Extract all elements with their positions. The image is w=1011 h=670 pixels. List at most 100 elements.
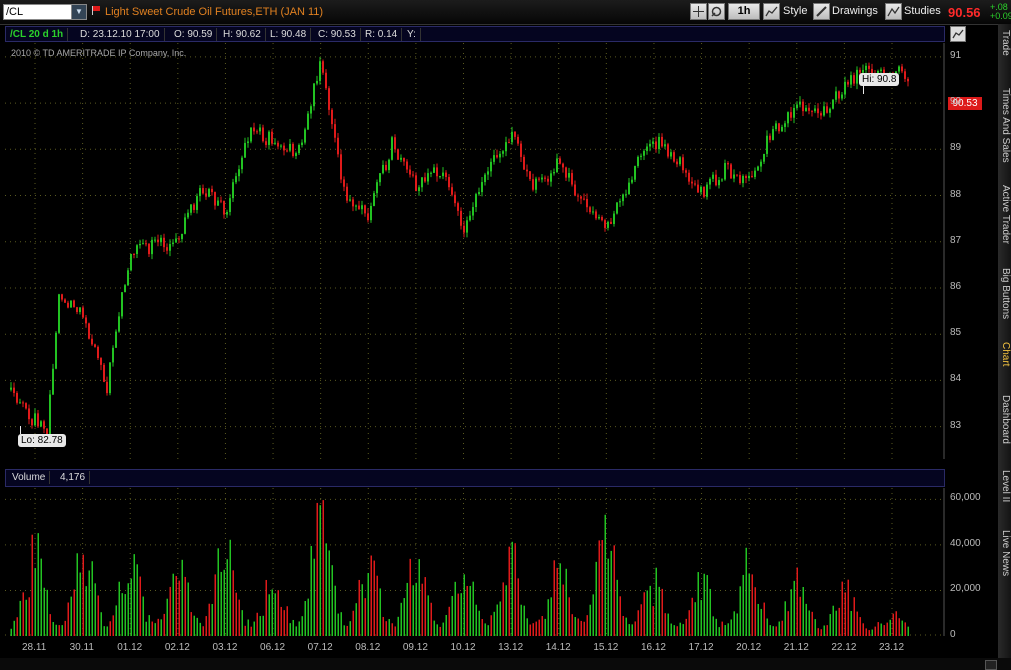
studies-button[interactable]: [885, 3, 902, 20]
sidebar-tab-big-buttons[interactable]: Big Buttons: [998, 268, 1011, 333]
candle-body: [235, 176, 237, 183]
style-label[interactable]: Style: [783, 5, 807, 17]
sidebar-tab-trade[interactable]: Trade: [998, 30, 1011, 70]
volume-bar: [613, 545, 615, 636]
candle-body: [217, 200, 219, 206]
volume-bar: [583, 621, 585, 636]
symbol-input[interactable]: [6, 6, 70, 18]
candle-body: [526, 169, 528, 172]
candle-body: [421, 177, 423, 188]
style-button[interactable]: [763, 3, 780, 20]
volume-bar: [160, 619, 162, 636]
symbol-selector[interactable]: ▼: [3, 4, 87, 20]
candle-body: [424, 177, 426, 182]
chevron-down-icon[interactable]: ▼: [71, 5, 86, 19]
volume-bar: [895, 611, 897, 636]
volume-bar: [526, 618, 528, 636]
candle-body: [601, 217, 603, 221]
volume-bar: [184, 576, 186, 636]
settings-button[interactable]: [708, 3, 725, 20]
time-tick-label: 22.12: [831, 642, 857, 653]
sidebar-tab-live-news[interactable]: Live News: [998, 530, 1011, 585]
line-chart-icon: [765, 6, 778, 17]
volume-chart[interactable]: [5, 488, 945, 636]
sidebar-tab-active-trader[interactable]: Active Trader: [998, 185, 1011, 260]
candle-body: [280, 145, 282, 147]
bar-range: R: 0.14: [365, 28, 403, 41]
volume-bar: [790, 589, 792, 636]
volume-header: Volume 4,176: [5, 469, 945, 487]
candle-body: [334, 124, 336, 138]
candle-body: [442, 172, 444, 177]
price-chart[interactable]: [5, 43, 945, 459]
drawings-label[interactable]: Drawings: [832, 5, 878, 17]
candle-body: [631, 179, 633, 183]
volume-bar: [289, 623, 291, 636]
volume-bar: [67, 602, 69, 636]
sidebar-tab-level-ii[interactable]: Level II: [998, 470, 1011, 515]
aggregation-button[interactable]: 1h: [728, 3, 760, 20]
candle-body: [598, 217, 600, 219]
candle-body: [787, 112, 789, 124]
candle-body: [286, 150, 288, 152]
candle-body: [799, 101, 801, 105]
volume-bar: [901, 620, 903, 636]
volume-bar: [430, 602, 432, 636]
crosshair-button[interactable]: [690, 3, 707, 20]
volume-bar: [769, 625, 771, 636]
candle-body: [508, 142, 510, 144]
volume-bar: [166, 598, 168, 636]
candle-body: [61, 294, 63, 300]
sidebar-tab-dashboard[interactable]: Dashboard: [998, 395, 1011, 455]
volume-bar: [214, 574, 216, 636]
candle-body: [220, 200, 222, 202]
sidebar-tab-times-and-sales[interactable]: Times And Sales: [998, 88, 1011, 178]
candle-body: [685, 170, 687, 173]
candle-body: [751, 175, 753, 177]
volume-bar: [586, 615, 588, 636]
volume-bar: [445, 614, 447, 636]
volume-bar: [757, 603, 759, 636]
volume-bar: [244, 625, 246, 636]
volume-bar: [439, 626, 441, 636]
candle-body: [847, 81, 849, 85]
sidebar-tab-chart[interactable]: Chart: [998, 342, 1011, 380]
resize-icon[interactable]: [985, 660, 997, 670]
studies-label[interactable]: Studies: [904, 5, 941, 17]
volume-bar: [118, 581, 120, 636]
volume-bar: [22, 592, 24, 636]
volume-bar: [646, 590, 648, 636]
price-tick-label: 84: [950, 373, 962, 385]
candle-body: [289, 143, 291, 151]
volume-bar: [82, 554, 84, 636]
volume-bar: [598, 540, 600, 636]
volume-bar: [178, 580, 180, 636]
candle-body: [25, 403, 27, 409]
volume-bar: [367, 572, 369, 636]
candle-body: [817, 108, 819, 114]
volume-bar: [706, 575, 708, 636]
candle-body: [151, 239, 153, 255]
candle-body: [175, 238, 177, 243]
candle-body: [244, 142, 246, 158]
volume-bar: [400, 602, 402, 636]
candle-body: [808, 107, 810, 111]
volume-bar: [751, 574, 753, 636]
volume-bar: [775, 626, 777, 636]
price-tick-label: 83: [950, 419, 962, 431]
candle-body: [166, 247, 168, 251]
volume-bar: [550, 597, 552, 636]
drawings-button[interactable]: [813, 3, 830, 20]
volume-bar: [514, 543, 516, 636]
candle-body: [100, 358, 102, 365]
candle-body: [742, 175, 744, 184]
volume-bar: [226, 559, 228, 636]
volume-bar: [355, 603, 357, 636]
volume-bar: [76, 553, 78, 636]
volume-bar: [415, 582, 417, 636]
chart-settings-button[interactable]: [950, 26, 966, 42]
volume-bar: [673, 625, 675, 636]
volume-bar: [454, 581, 456, 636]
candle-body: [427, 173, 429, 182]
volume-bar: [331, 565, 333, 636]
